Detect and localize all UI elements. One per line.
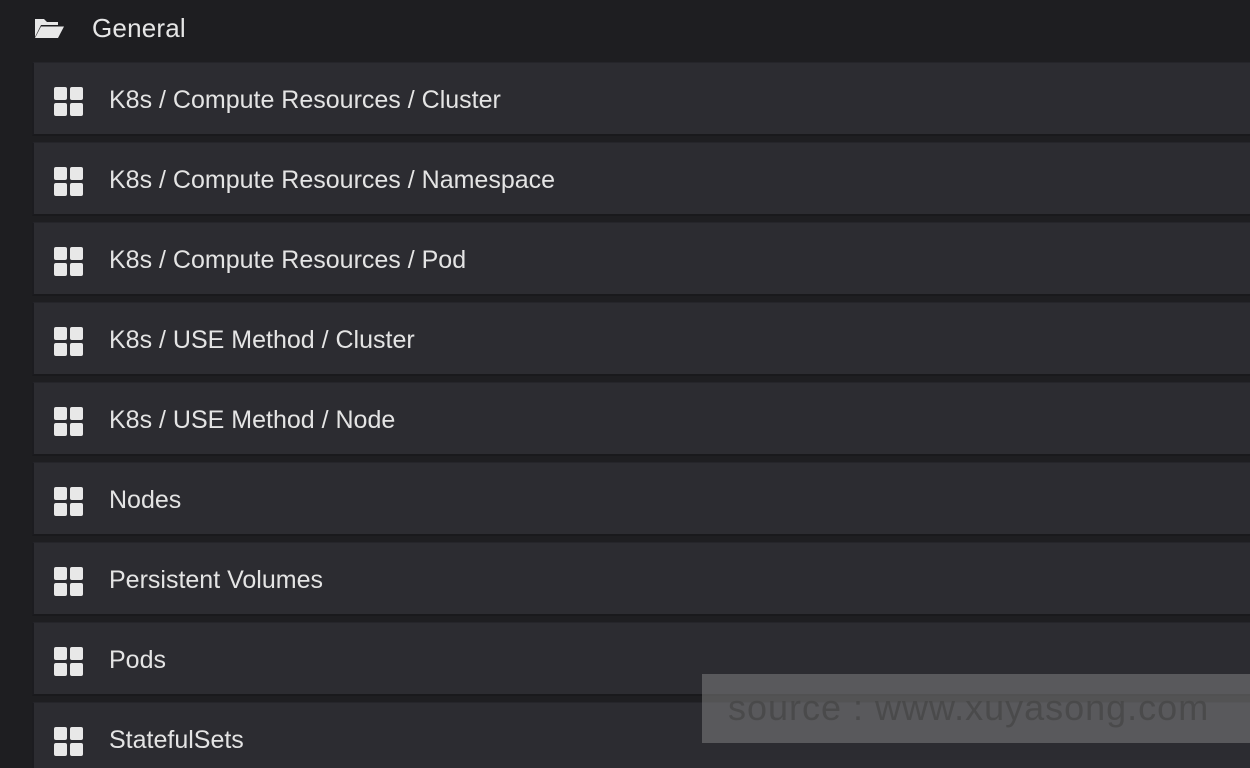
dashboard-title: K8s / Compute Resources / Pod bbox=[109, 246, 467, 274]
dashboard-title: K8s / USE Method / Node bbox=[109, 406, 396, 434]
dashboard-grid-icon bbox=[54, 487, 84, 517]
dashboard-grid-icon bbox=[54, 87, 84, 117]
dashboard-grid-icon bbox=[54, 167, 84, 197]
dashboard-list-page: General K8s / Compute Resources / Cluste… bbox=[0, 0, 1250, 768]
dashboard-row-k8s-compute-resources-namespace[interactable]: K8s / Compute Resources / Namespace bbox=[32, 142, 1250, 216]
watermark-text: source : www.xuyasong.com bbox=[728, 687, 1210, 728]
dashboard-row-k8s-use-method-node[interactable]: K8s / USE Method / Node bbox=[32, 382, 1250, 456]
dashboard-title: Pods bbox=[109, 646, 166, 674]
dashboard-grid-icon bbox=[54, 647, 84, 677]
dashboard-title: Nodes bbox=[109, 486, 182, 514]
dashboard-grid-icon bbox=[54, 327, 84, 357]
folder-open-icon bbox=[35, 19, 64, 38]
dashboard-list: K8s / Compute Resources / Cluster K8s / … bbox=[32, 62, 1250, 768]
dashboard-grid-icon bbox=[54, 567, 84, 597]
dashboard-grid-icon bbox=[54, 727, 84, 757]
dashboard-row-k8s-use-method-cluster[interactable]: K8s / USE Method / Cluster bbox=[32, 302, 1250, 376]
dashboard-row-k8s-compute-resources-pod[interactable]: K8s / Compute Resources / Pod bbox=[32, 222, 1250, 296]
dashboard-row-persistent-volumes[interactable]: Persistent Volumes bbox=[32, 542, 1250, 616]
dashboard-grid-icon bbox=[54, 407, 84, 437]
dashboard-row-k8s-compute-resources-cluster[interactable]: K8s / Compute Resources / Cluster bbox=[32, 62, 1250, 136]
dashboard-title: K8s / Compute Resources / Cluster bbox=[109, 86, 501, 114]
dashboard-title: K8s / Compute Resources / Namespace bbox=[109, 166, 556, 194]
folder-title: General bbox=[92, 13, 186, 43]
dashboard-row-nodes[interactable]: Nodes bbox=[32, 462, 1250, 536]
dashboard-title: Persistent Volumes bbox=[109, 566, 323, 594]
folder-header[interactable]: General bbox=[0, 0, 1250, 58]
dashboard-title: K8s / USE Method / Cluster bbox=[109, 326, 415, 354]
dashboard-title: StatefulSets bbox=[109, 726, 244, 754]
watermark-overlay: source : www.xuyasong.com bbox=[702, 674, 1250, 743]
dashboard-grid-icon bbox=[54, 247, 84, 277]
